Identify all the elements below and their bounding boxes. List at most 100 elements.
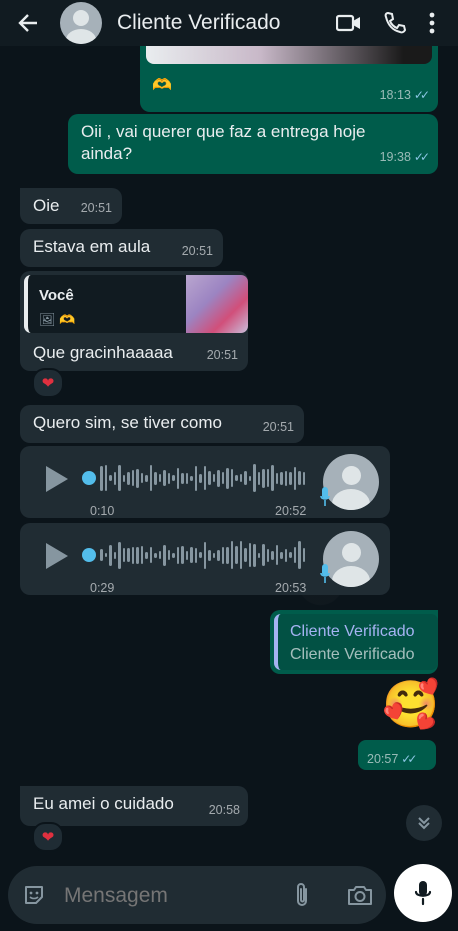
waveform-bar xyxy=(176,546,179,564)
waveform-bar xyxy=(194,465,197,491)
message-incoming[interactable]: Quero sim, se tiver como 20:51 xyxy=(20,405,304,443)
contact-name[interactable]: Cliente Verificado xyxy=(117,11,336,35)
waveform-bar xyxy=(167,550,170,560)
waveform-bar xyxy=(190,475,193,481)
message-input[interactable] xyxy=(62,878,276,914)
message-text: Eu amei o cuidado xyxy=(33,794,174,813)
waveform-bar xyxy=(104,553,107,557)
chat-header: Cliente Verificado xyxy=(0,0,458,46)
waveform-bar xyxy=(226,546,229,564)
waveform-bar xyxy=(235,475,238,481)
waveform-bar xyxy=(127,548,130,562)
emoji-message[interactable]: 🥰 xyxy=(382,676,439,732)
waveform-bar xyxy=(257,552,260,558)
waveform-bar xyxy=(100,465,103,491)
waveform-bar xyxy=(293,547,296,563)
read-ticks-icon: ✓✓ xyxy=(401,752,417,766)
waveform-bar xyxy=(230,469,233,487)
waveform-bar xyxy=(118,465,121,491)
waveform-bar xyxy=(167,472,170,484)
waveform-bar xyxy=(280,471,283,485)
waveform-bar xyxy=(154,552,157,558)
message-time: 20:58 xyxy=(208,803,240,817)
sticker-icon[interactable] xyxy=(22,883,46,907)
voice-call-icon[interactable] xyxy=(382,10,408,36)
waveform-bar xyxy=(172,552,175,558)
waveform-bar xyxy=(298,471,301,485)
waveform-bar xyxy=(109,475,112,481)
seek-handle[interactable] xyxy=(82,548,96,562)
message-incoming[interactable]: Oie 20:51 xyxy=(20,188,122,224)
voice-message[interactable]: 0:29 20:53 xyxy=(20,523,390,595)
waveform-bar xyxy=(154,471,157,485)
waveform-bar xyxy=(194,547,197,563)
waveform-bar xyxy=(239,541,242,569)
video-call-icon[interactable] xyxy=(336,10,362,36)
waveform-bar xyxy=(275,545,278,565)
contact-avatar[interactable] xyxy=(60,2,102,44)
waveform-bar xyxy=(127,471,130,485)
heart-reaction-icon[interactable]: ❤ xyxy=(32,822,64,852)
message-incoming[interactable]: Estava em aula 20:51 xyxy=(20,229,223,267)
waveform-bar xyxy=(149,465,152,491)
waveform[interactable] xyxy=(100,463,305,493)
message-text: Que gracinhaaaaa xyxy=(33,343,173,362)
waveform[interactable] xyxy=(100,540,305,570)
waveform-bar xyxy=(104,465,107,491)
waveform-bar xyxy=(163,470,166,486)
waveform-bar xyxy=(199,552,202,558)
waveform-bar xyxy=(257,471,260,485)
message-incoming-reply[interactable]: Você 🖼 🫶 Que gracinhaaaaa 20:51 xyxy=(20,271,248,371)
emoji-timestamp: 20:57 ✓✓ xyxy=(358,740,436,770)
message-outgoing-reply[interactable]: Cliente Verificado Cliente Verificado xyxy=(270,610,438,674)
waveform-bar xyxy=(131,546,134,564)
voice-record-button[interactable] xyxy=(394,864,452,922)
waveform-bar xyxy=(262,468,265,488)
voice-duration: 0:29 xyxy=(90,581,115,595)
read-ticks-icon: ✓✓ xyxy=(413,88,430,102)
play-icon[interactable] xyxy=(46,466,68,492)
camera-icon[interactable] xyxy=(347,883,373,907)
message-time: 20:51 xyxy=(206,348,238,362)
scroll-to-bottom-button[interactable] xyxy=(406,805,442,841)
sender-avatar xyxy=(323,454,379,510)
quoted-message[interactable]: Você 🖼 🫶 xyxy=(24,275,248,333)
heart-reaction-icon[interactable]: ❤ xyxy=(32,368,64,398)
waveform-bar xyxy=(190,547,193,563)
message-time: 20:51 xyxy=(262,420,294,434)
waveform-bar xyxy=(244,548,247,562)
quoted-message[interactable]: Cliente Verificado Cliente Verificado xyxy=(274,614,438,670)
message-incoming[interactable]: Eu amei o cuidado 20:58 xyxy=(20,786,248,826)
more-options-icon[interactable] xyxy=(428,10,436,36)
message-outgoing[interactable]: Oii , vai querer que faz a entrega hoje … xyxy=(68,114,438,174)
waveform-bar xyxy=(140,546,143,564)
waveform-bar xyxy=(266,548,269,562)
waveform-bar xyxy=(221,472,224,484)
heart-hands-emoji: 🫶 xyxy=(152,77,172,94)
waveform-bar xyxy=(208,549,211,561)
waveform-bar xyxy=(217,469,220,487)
back-arrow-icon[interactable] xyxy=(18,12,38,34)
waveform-bar xyxy=(298,541,301,569)
waveform-bar xyxy=(221,546,224,564)
waveform-bar xyxy=(136,468,139,488)
image-preview[interactable] xyxy=(146,44,432,64)
waveform-bar xyxy=(113,551,116,559)
waveform-bar xyxy=(158,474,161,482)
waveform-bar xyxy=(244,471,247,485)
waveform-bar xyxy=(208,471,211,485)
mic-icon xyxy=(320,564,330,583)
message-time: 20:51 xyxy=(181,244,213,258)
waveform-bar xyxy=(122,548,125,562)
waveform-bar xyxy=(253,464,256,492)
waveform-bar xyxy=(212,552,215,558)
waveform-bar xyxy=(271,550,274,560)
voice-message[interactable]: 0:10 20:52 xyxy=(20,446,390,518)
waveform-bar xyxy=(226,467,229,489)
message-composer xyxy=(8,866,386,924)
play-icon[interactable] xyxy=(46,543,68,569)
message-outgoing-image[interactable]: 🫶 18:13 ✓✓ xyxy=(140,40,438,112)
waveform-bar xyxy=(280,551,283,559)
seek-handle[interactable] xyxy=(82,471,96,485)
attach-icon[interactable] xyxy=(293,881,311,909)
